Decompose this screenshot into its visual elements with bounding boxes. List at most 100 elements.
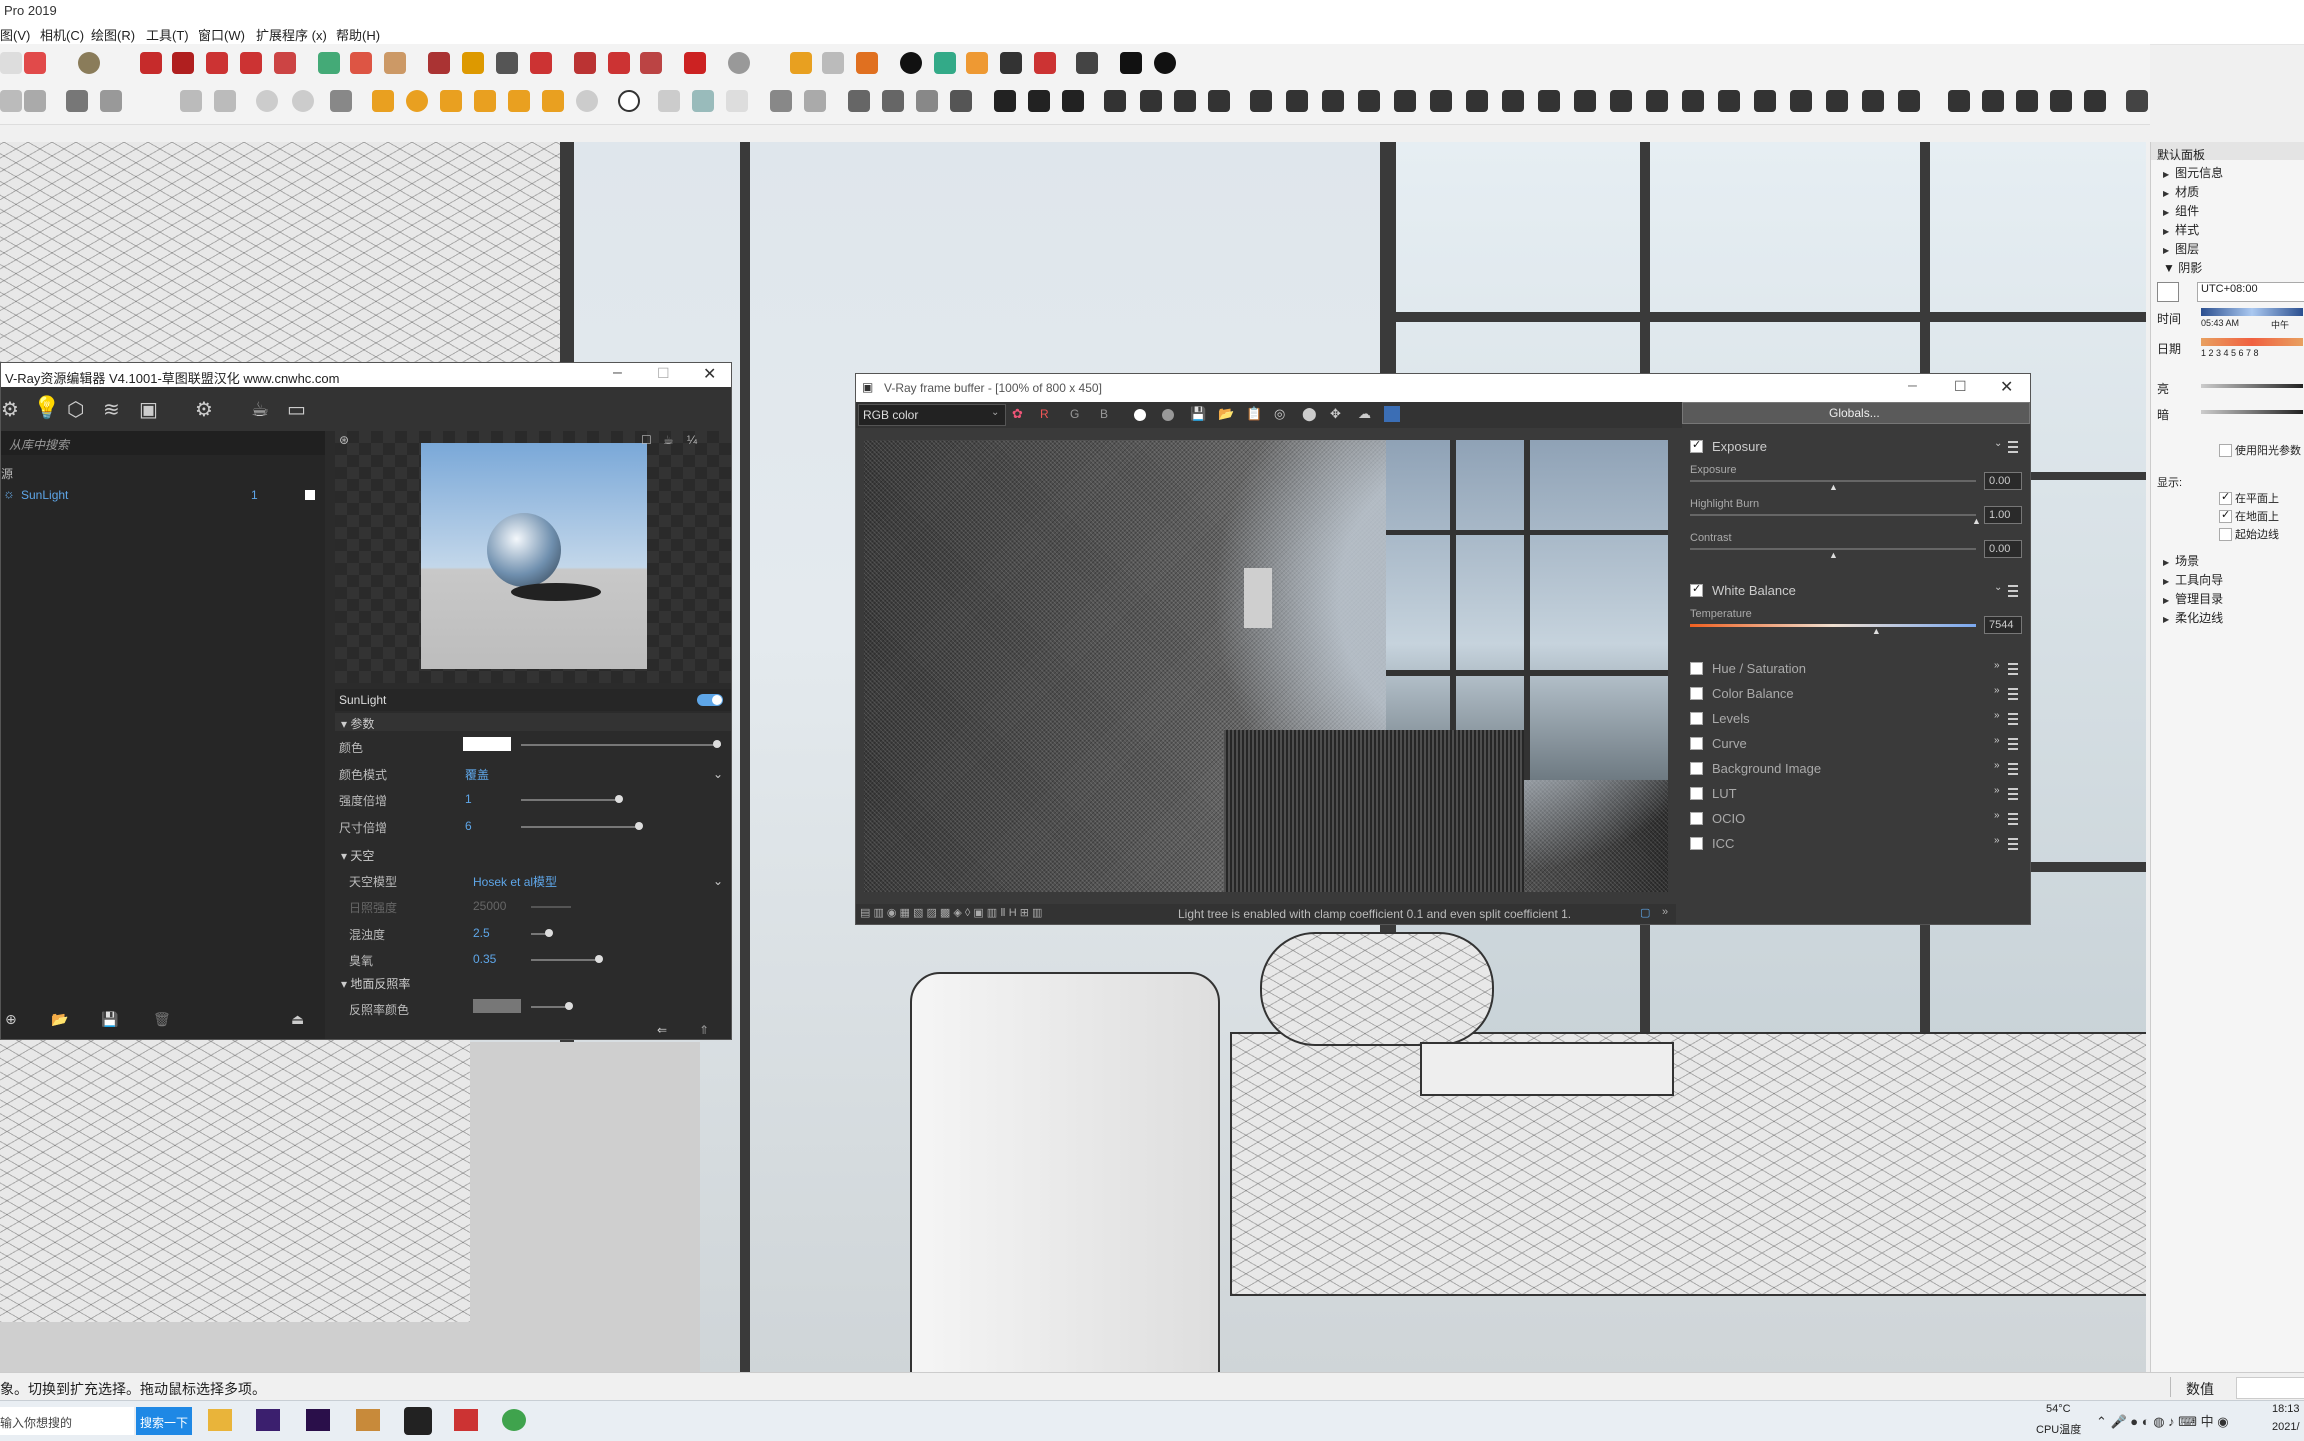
- paint-bucket-icon[interactable]: [78, 52, 100, 74]
- shadow-toggle-icon[interactable]: [2157, 282, 2179, 302]
- color-slider-knob[interactable]: [713, 740, 721, 748]
- asset-row-sunlight[interactable]: ☼ SunLight 1: [1, 485, 325, 505]
- menu-camera[interactable]: 相机(C): [40, 25, 84, 44]
- settings-gear-icon[interactable]: ⚙: [195, 397, 213, 422]
- alpha-white-icon[interactable]: [1134, 409, 1146, 421]
- levels-expand-icon[interactable]: »: [1994, 710, 2000, 721]
- curve-menu-icon[interactable]: [2008, 738, 2018, 750]
- menu-help[interactable]: 帮助(H): [336, 25, 380, 44]
- light-slider[interactable]: [2201, 384, 2303, 388]
- add-asset-icon[interactable]: ⊕: [5, 1011, 17, 1028]
- gear-icon[interactable]: [1076, 52, 1098, 74]
- preview-teapot-icon[interactable]: ☕: [663, 433, 674, 447]
- mirror-icon[interactable]: [1948, 90, 1970, 112]
- camera-icon[interactable]: [2126, 90, 2148, 112]
- hue-expand-icon[interactable]: »: [1994, 660, 2000, 671]
- exposure-slider-knob[interactable]: ▲: [1829, 482, 1838, 492]
- tool-c-icon[interactable]: [66, 90, 88, 112]
- exposure-value-field[interactable]: 0.00: [1984, 472, 2022, 490]
- track-mouse-icon[interactable]: ✥: [1330, 406, 1341, 422]
- tool-d-icon[interactable]: [100, 90, 122, 112]
- asset-search[interactable]: 从库中搜索: [1, 431, 325, 455]
- ozone-slider-knob[interactable]: [595, 955, 603, 963]
- albedo-color-swatch[interactable]: [473, 999, 521, 1013]
- vray-proxy-icon[interactable]: [428, 52, 450, 74]
- panel-icon[interactable]: [804, 90, 826, 112]
- background-menu-icon[interactable]: [2008, 763, 2018, 775]
- exposure-layer[interactable]: Exposure ⌄: [1682, 434, 2022, 458]
- tool-a-icon[interactable]: [0, 90, 22, 112]
- icc-checkbox[interactable]: [1690, 837, 1703, 850]
- tool-k-icon[interactable]: [1466, 90, 1488, 112]
- color-mode-select[interactable]: 覆盖: [465, 766, 489, 783]
- tray-entity-info[interactable]: 图元信息: [2163, 164, 2223, 181]
- color-balance-layer[interactable]: Color Balance »: [1682, 681, 2022, 705]
- highlight-slider-knob[interactable]: ▲: [1972, 516, 1981, 526]
- intensity-value[interactable]: 1: [465, 792, 472, 806]
- chinese-b-icon[interactable]: [1062, 90, 1084, 112]
- hand-select-icon[interactable]: [692, 90, 714, 112]
- load-image-icon[interactable]: 📂: [1218, 406, 1234, 422]
- tool-i-icon[interactable]: [1394, 90, 1416, 112]
- tool-f-icon[interactable]: [1286, 90, 1308, 112]
- temperature-slider-knob[interactable]: ▲: [1872, 626, 1881, 636]
- section-params[interactable]: ▾ 参数: [335, 713, 731, 731]
- lut-menu-icon[interactable]: [2008, 788, 2018, 800]
- hue-saturation-layer[interactable]: Hue / Saturation »: [1682, 656, 2022, 680]
- sketchup-icon[interactable]: [454, 1409, 478, 1431]
- tool-u-icon[interactable]: [1826, 90, 1848, 112]
- vray-interactive-icon[interactable]: [172, 52, 194, 74]
- taskbar-search-button[interactable]: 搜索一下: [136, 1407, 192, 1435]
- tool-x-icon[interactable]: [2016, 90, 2038, 112]
- levels-layer[interactable]: Levels »: [1682, 706, 2022, 730]
- save-icon[interactable]: 💾: [101, 1011, 118, 1028]
- curve-layer[interactable]: Curve »: [1682, 731, 2022, 755]
- contrast-value-field[interactable]: 0.00: [1984, 540, 2022, 558]
- ocio-expand-icon[interactable]: »: [1994, 810, 2000, 821]
- maximize-icon[interactable]: ☐: [657, 365, 670, 382]
- zoom-icon[interactable]: [496, 52, 518, 74]
- sync-icon[interactable]: [822, 52, 844, 74]
- wb-menu-icon[interactable]: [2008, 585, 2018, 597]
- color-wheel-icon[interactable]: ✿: [1012, 406, 1023, 422]
- add-icon[interactable]: [900, 52, 922, 74]
- tray-styles[interactable]: 样式: [2163, 221, 2199, 238]
- color-slider[interactable]: [521, 744, 721, 746]
- tool-j-icon[interactable]: [1430, 90, 1452, 112]
- tray-outliner[interactable]: 管理目录: [2163, 590, 2223, 607]
- link-icon[interactable]: ☁: [1358, 406, 1371, 422]
- on-ground-checkbox[interactable]: [2219, 508, 2232, 523]
- tool-h-icon[interactable]: [1358, 90, 1380, 112]
- clear-image-icon[interactable]: 📋: [1246, 406, 1262, 422]
- tool-y-icon[interactable]: [2050, 90, 2072, 112]
- taskbar-search-box[interactable]: 输入你想搜的: [0, 1407, 134, 1435]
- fb-maximize-icon[interactable]: ☐: [1954, 378, 1967, 395]
- up-arrow-icon[interactable]: ⇑: [699, 1023, 709, 1037]
- delete-icon[interactable]: 🗑: [153, 1011, 171, 1028]
- menu-draw[interactable]: 绘图(R): [91, 25, 135, 44]
- tool-q-icon[interactable]: [1682, 90, 1704, 112]
- view-right-icon[interactable]: [292, 90, 314, 112]
- checker-icon[interactable]: [1000, 52, 1022, 74]
- dark-slider[interactable]: [2201, 410, 2303, 414]
- measurements-input[interactable]: [2236, 1377, 2304, 1399]
- vray-refresh-icon[interactable]: [240, 52, 262, 74]
- highlight-slider[interactable]: [1690, 514, 1976, 516]
- tool-v-icon[interactable]: [1862, 90, 1884, 112]
- window-b-icon[interactable]: [882, 90, 904, 112]
- tool-r-icon[interactable]: [1718, 90, 1740, 112]
- region-icon[interactable]: ⬤: [1302, 406, 1317, 422]
- info-icon[interactable]: [1154, 52, 1176, 74]
- dome-icon[interactable]: [542, 90, 564, 112]
- curve-checkbox[interactable]: [1690, 737, 1703, 750]
- white-balance-checkbox[interactable]: [1690, 582, 1703, 597]
- render-region-icon[interactable]: [1384, 406, 1400, 422]
- chinese-a-icon[interactable]: [1028, 90, 1050, 112]
- tray-shadows[interactable]: ▼ 阴影: [2163, 259, 2202, 276]
- minimize-icon[interactable]: –: [613, 364, 622, 382]
- use-sun-checkbox[interactable]: [2219, 444, 2232, 457]
- temperature-slider[interactable]: [1690, 624, 1976, 627]
- close-icon[interactable]: ✕: [703, 364, 716, 384]
- channel-select[interactable]: RGB color ⌄: [858, 404, 1006, 426]
- hue-menu-icon[interactable]: [2008, 663, 2018, 675]
